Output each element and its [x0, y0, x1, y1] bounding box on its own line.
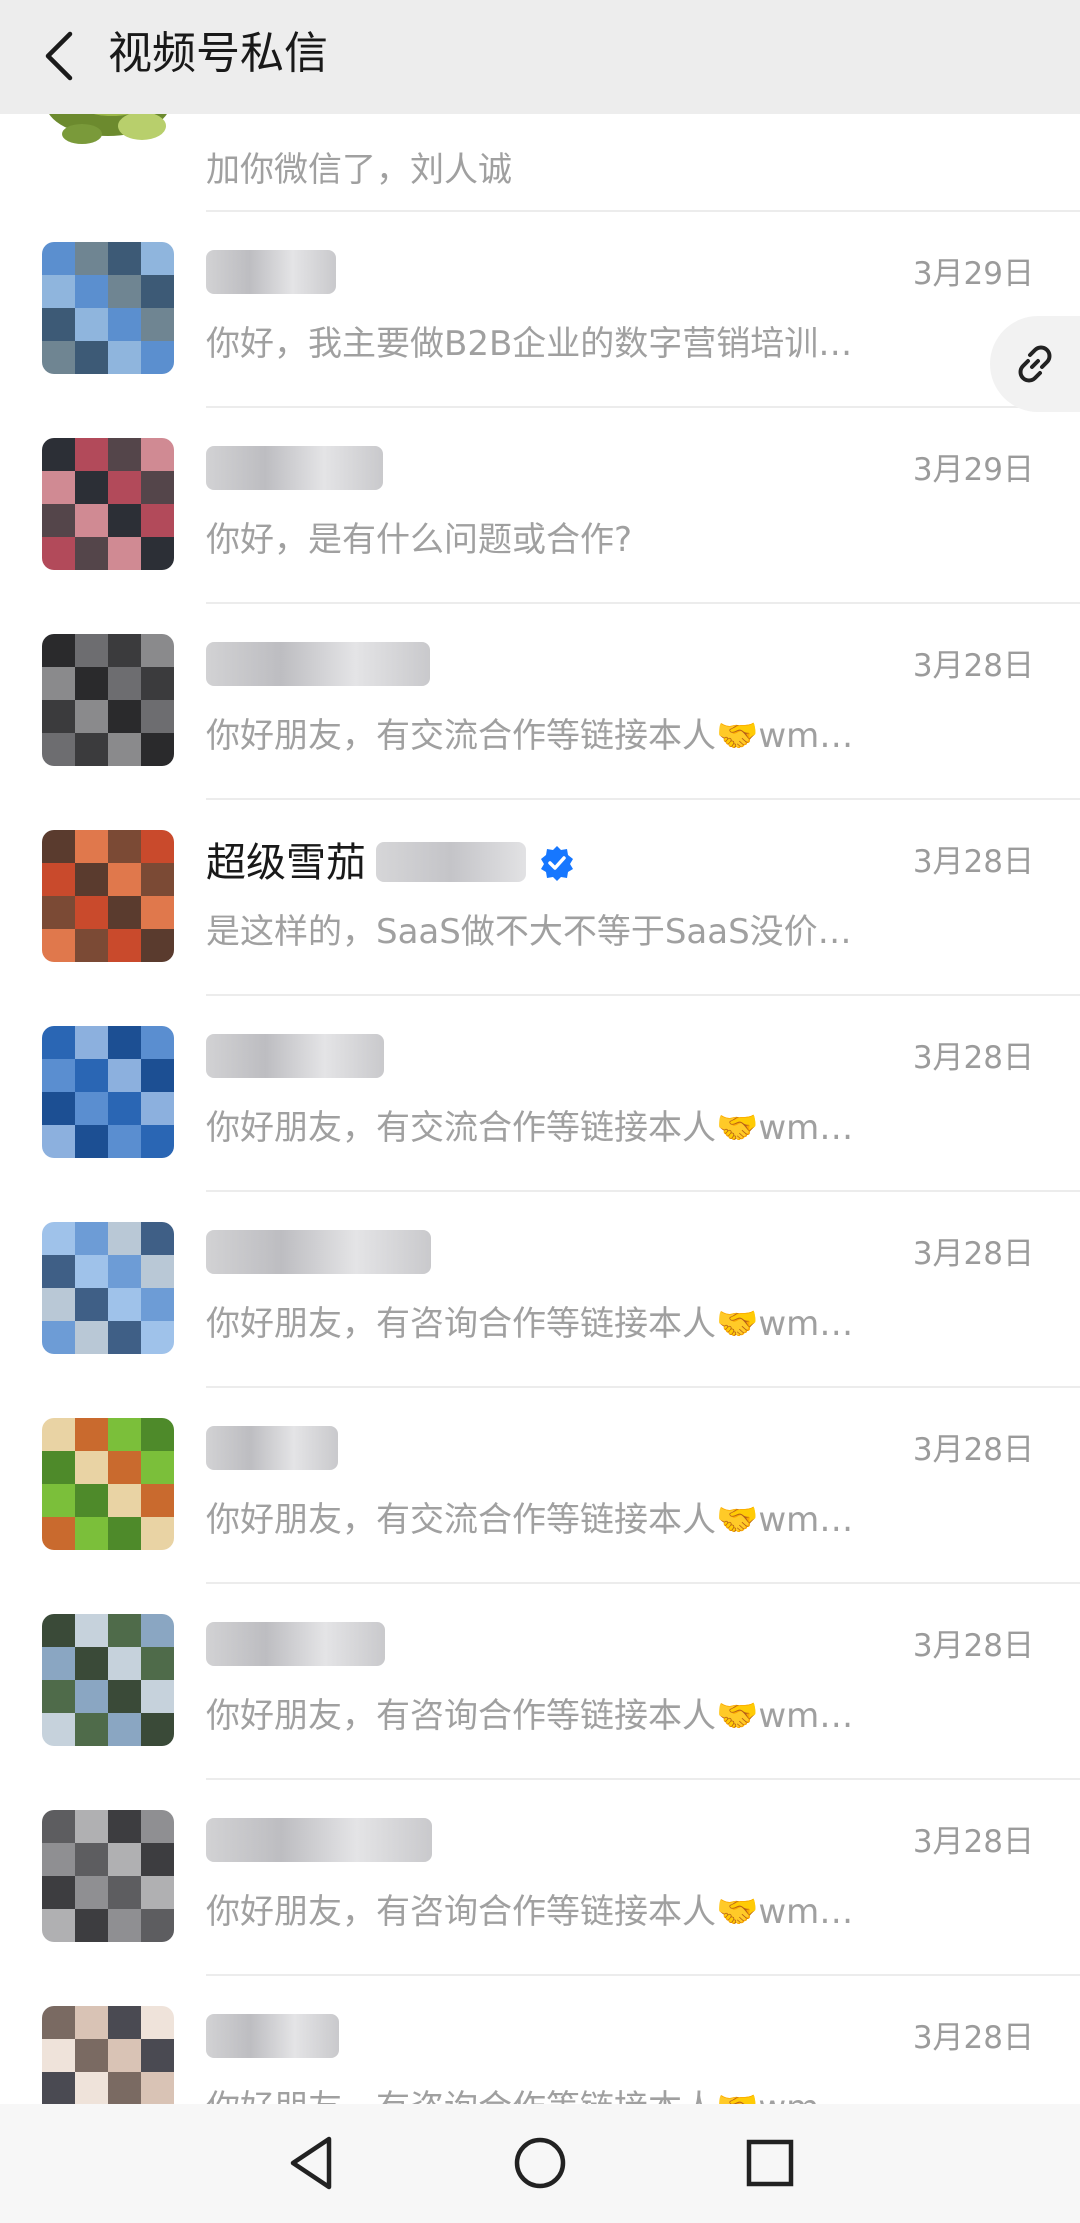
conversation-row[interactable]: 3月28日你好朋友，有咨询合作等链接本人🤝wm… — [0, 1584, 1080, 1780]
message-date: 3月29日 — [912, 256, 1034, 292]
message-preview: 你好朋友，有交流合作等链接本人🤝wm… — [206, 716, 854, 756]
conversation-row[interactable]: 3月28日你好朋友，有咨询合作等链接本人🤝wm… — [0, 1192, 1080, 1388]
chevron-left-icon — [45, 31, 73, 81]
message-preview: 你好朋友，有咨询合作等链接本人🤝wm… — [206, 1304, 854, 1344]
message-preview: 加你微信了，刘人诚 — [206, 150, 512, 190]
contact-name-text: 超级雪茄 — [206, 840, 366, 886]
avatar — [42, 1026, 174, 1158]
nav-home-button[interactable] — [507, 2130, 573, 2196]
conversation-row[interactable]: 超级雪茄 3月28日是这样的，SaaS做不大不等于SaaS没价… — [0, 800, 1080, 996]
avatar-image — [42, 2006, 174, 2104]
message-date: 3月28日 — [912, 1824, 1034, 1860]
message-preview: 你好，我主要做B2B企业的数字营销培训… — [206, 324, 853, 364]
contact-name — [206, 2014, 339, 2058]
turtle-avatar-image — [42, 114, 174, 148]
header-bar: 视频号私信 — [0, 0, 1080, 114]
avatar — [42, 634, 174, 766]
circle-home-icon — [514, 2137, 566, 2189]
contact-name — [206, 446, 383, 490]
message-date: 3月28日 — [912, 648, 1034, 684]
message-date: 3月28日 — [912, 844, 1034, 880]
message-preview: 你好朋友，有交流合作等链接本人🤝wm… — [206, 1500, 854, 1540]
avatar — [42, 1418, 174, 1550]
redacted-name-part — [376, 842, 526, 882]
avatar — [42, 114, 174, 148]
avatar — [42, 1614, 174, 1746]
link-button[interactable] — [990, 316, 1080, 412]
contact-name — [206, 1034, 384, 1078]
conversation-row[interactable]: 3月28日你好朋友，有咨询合作等链接本人🤝wm… — [0, 1976, 1080, 2104]
message-preview: 你好朋友，有咨询合作等链接本人🤝wm… — [206, 1892, 854, 1932]
message-date: 3月28日 — [912, 1432, 1034, 1468]
message-preview: 你好朋友，有咨询合作等链接本人🤝wm… — [206, 2086, 926, 2104]
system-nav-bar — [0, 2104, 1080, 2223]
avatar-image — [42, 1026, 174, 1158]
message-date: 3月28日 — [912, 1628, 1034, 1664]
contact-name: 超级雪茄 — [206, 838, 576, 888]
avatar-image — [42, 242, 174, 374]
avatar-image — [42, 1810, 174, 1942]
avatar-image — [42, 1222, 174, 1354]
verified-badge-icon — [538, 844, 576, 882]
link-icon — [1018, 345, 1052, 383]
avatar-image — [42, 830, 174, 962]
contact-name — [206, 1622, 385, 1666]
avatar — [42, 830, 174, 962]
message-date: 3月28日 — [912, 1040, 1034, 1076]
nav-recent-button[interactable] — [737, 2130, 803, 2196]
message-preview: 你好朋友，有交流合作等链接本人🤝wm… — [206, 1108, 854, 1148]
triangle-back-icon — [290, 2136, 332, 2190]
contact-name — [206, 1230, 431, 1274]
message-preview: 是这样的，SaaS做不大不等于SaaS没价… — [206, 912, 852, 952]
avatar-image — [42, 438, 174, 570]
message-date: 3月29日 — [912, 452, 1034, 488]
conversation-row[interactable]: 加你微信了，刘人诚 — [0, 114, 1080, 212]
conversation-row[interactable]: 3月29日你好，是有什么问题或合作? — [0, 408, 1080, 604]
back-button[interactable] — [28, 24, 92, 88]
contact-name — [206, 1426, 338, 1470]
conversation-row[interactable]: 3月28日你好朋友，有交流合作等链接本人🤝wm… — [0, 996, 1080, 1192]
message-date: 3月28日 — [912, 1236, 1034, 1272]
avatar — [42, 1810, 174, 1942]
avatar — [42, 242, 174, 374]
message-date: 3月28日 — [912, 2020, 1034, 2056]
conversation-row[interactable]: 3月29日你好，我主要做B2B企业的数字营销培训… — [0, 212, 1080, 408]
avatar-image — [42, 1418, 174, 1550]
message-preview: 你好，是有什么问题或合作? — [206, 520, 633, 560]
avatar-image — [42, 1614, 174, 1746]
page-title: 视频号私信 — [108, 28, 328, 79]
contact-name — [206, 1818, 432, 1862]
conversation-row[interactable]: 3月28日你好朋友，有交流合作等链接本人🤝wm… — [0, 1388, 1080, 1584]
avatar — [42, 438, 174, 570]
contact-name — [206, 642, 430, 686]
avatar — [42, 2006, 174, 2104]
conversation-row[interactable]: 3月28日你好朋友，有咨询合作等链接本人🤝wm… — [0, 1780, 1080, 1976]
avatar-image — [42, 634, 174, 766]
nav-back-button[interactable] — [278, 2130, 344, 2196]
avatar — [42, 1222, 174, 1354]
conversation-list[interactable]: 加你微信了，刘人诚 3月29日 你好，我主要做B2B企业的数字营销培训… 3月29日… — [0, 114, 1080, 2104]
contact-name — [206, 250, 336, 294]
message-preview: 你好朋友，有咨询合作等链接本人🤝wm… — [206, 1696, 854, 1736]
square-recent-icon — [746, 2139, 794, 2187]
conversation-row[interactable]: 3月28日你好朋友，有交流合作等链接本人🤝wm… — [0, 604, 1080, 800]
